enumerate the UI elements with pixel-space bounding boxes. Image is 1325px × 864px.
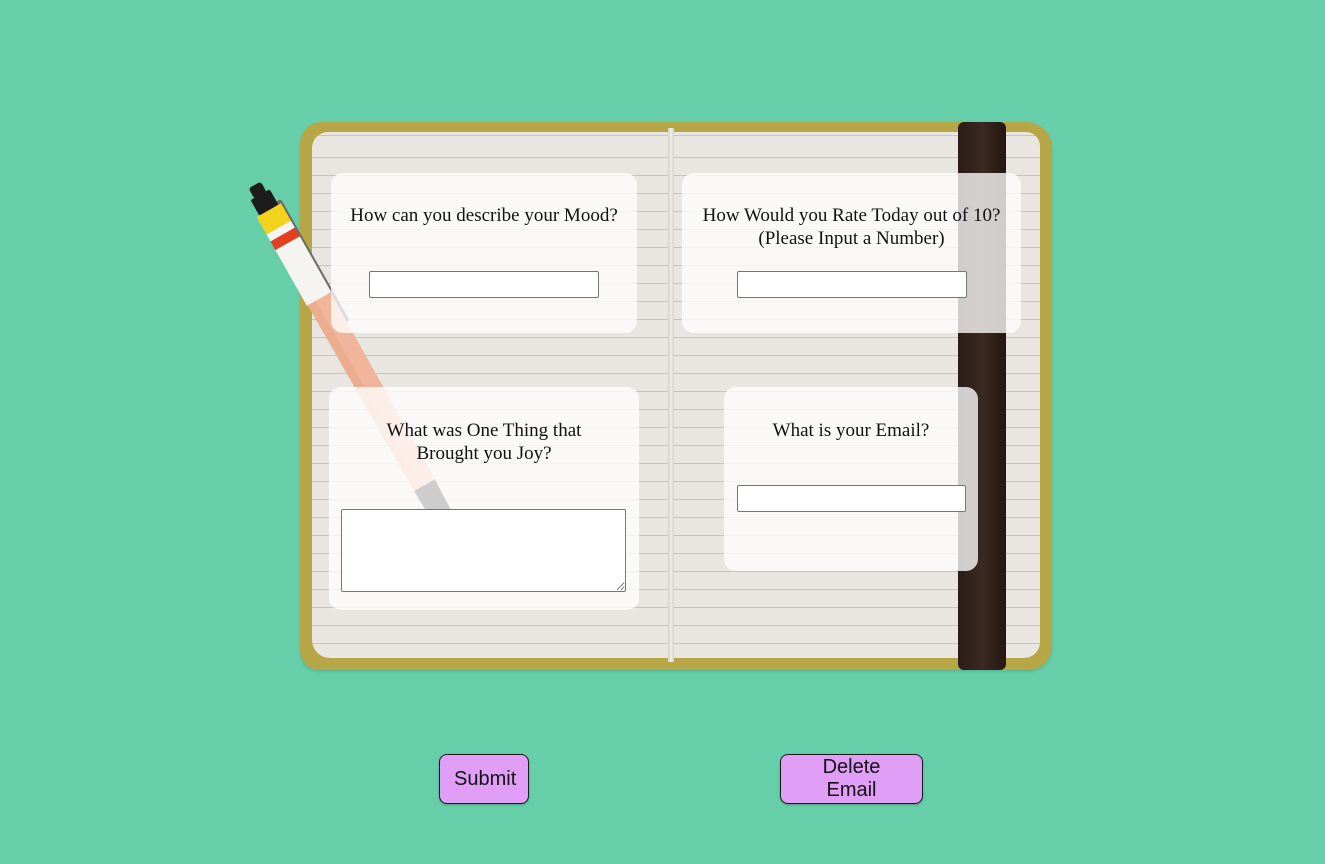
email-card: What is your Email? [724,387,978,571]
joy-question: What was One Thing that Brought you Joy? [386,420,582,464]
rating-input[interactable] [737,271,967,298]
mood-input[interactable] [369,271,599,298]
submit-button[interactable]: Submit [439,754,529,804]
mood-card: How can you describe your Mood? [331,173,637,333]
email-question: What is your Email? [772,420,930,441]
joy-card: What was One Thing that Brought you Joy? [329,387,639,610]
rating-question: How Would you Rate Today out of 10? (Ple… [702,205,1001,249]
rating-card: How Would you Rate Today out of 10? (Ple… [682,173,1021,333]
joy-textarea[interactable] [341,509,626,592]
notebook-spine [668,128,674,662]
mood-question: How can you describe your Mood? [350,205,618,226]
delete-email-button[interactable]: Delete Email [780,754,923,804]
email-input[interactable] [737,485,966,512]
